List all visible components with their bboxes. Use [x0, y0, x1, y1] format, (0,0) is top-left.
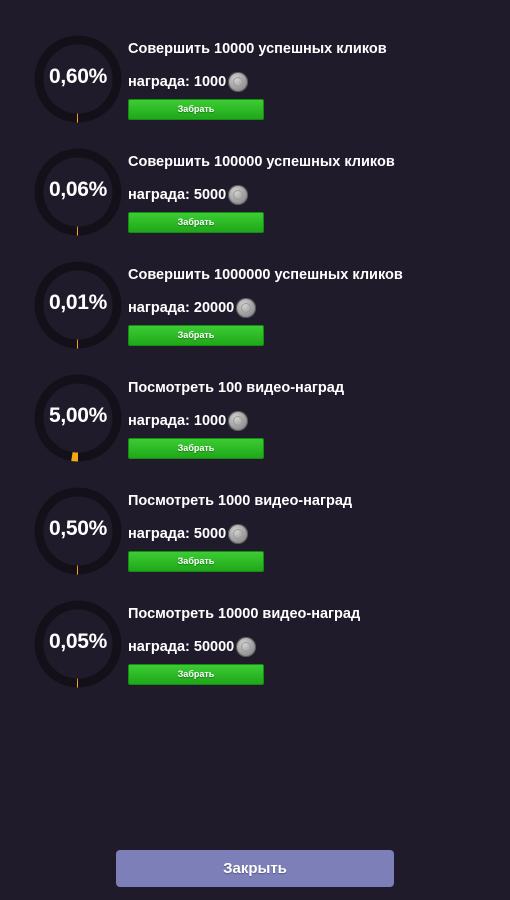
- achievements-screen: 0,60% Совершить 10000 успешных кликов на…: [0, 0, 510, 900]
- task-item: 0,60% Совершить 10000 успешных кликов на…: [0, 35, 510, 145]
- reward-text: награда: 20000: [128, 300, 235, 316]
- task-reward: награда: 1000: [128, 72, 249, 92]
- close-button[interactable]: Закрыть: [116, 850, 394, 887]
- claim-button[interactable]: Забрать: [128, 212, 264, 233]
- task-item: 0,05% Посмотреть 10000 видео-наград нагр…: [0, 600, 510, 710]
- progress-percent: 0,50%: [48, 517, 108, 540]
- task-title: Совершить 100000 успешных кликов: [128, 154, 395, 170]
- claim-button[interactable]: Забрать: [128, 551, 264, 572]
- task-reward: награда: 5000: [128, 524, 249, 544]
- reward-text: награда: 50000: [128, 639, 235, 655]
- coin-icon: [228, 72, 249, 92]
- claim-button[interactable]: Забрать: [128, 664, 264, 685]
- task-title: Совершить 1000000 успешных кликов: [128, 267, 403, 283]
- task-item: 5,00% Посмотреть 100 видео-наград наград…: [0, 374, 510, 484]
- task-title: Посмотреть 100 видео-наград: [128, 380, 345, 396]
- task-item: 0,01% Совершить 1000000 успешных кликов …: [0, 261, 510, 371]
- task-title: Совершить 10000 успешных кликов: [128, 41, 387, 57]
- task-reward: награда: 5000: [128, 185, 249, 205]
- task-reward: награда: 20000: [128, 298, 257, 318]
- coin-icon: [228, 411, 249, 431]
- task-title: Посмотреть 10000 видео-наград: [128, 606, 361, 622]
- reward-text: награда: 5000: [128, 187, 227, 203]
- claim-button[interactable]: Забрать: [128, 325, 264, 346]
- coin-icon: [236, 637, 257, 657]
- progress-percent: 0,05%: [48, 630, 108, 653]
- task-reward: награда: 1000: [128, 411, 249, 431]
- progress-percent: 0,06%: [48, 178, 108, 201]
- task-reward: награда: 50000: [128, 637, 257, 657]
- coin-icon: [228, 185, 249, 205]
- claim-button[interactable]: Забрать: [128, 438, 264, 459]
- progress-percent: 0,60%: [48, 65, 108, 88]
- task-item: 0,06% Совершить 100000 успешных кликов н…: [0, 148, 510, 258]
- reward-text: награда: 1000: [128, 74, 227, 90]
- task-item: 0,50% Посмотреть 1000 видео-наград награ…: [0, 487, 510, 597]
- task-title: Посмотреть 1000 видео-наград: [128, 493, 353, 509]
- claim-button[interactable]: Забрать: [128, 99, 264, 120]
- coin-icon: [236, 298, 257, 318]
- coin-icon: [228, 524, 249, 544]
- reward-text: награда: 5000: [128, 526, 227, 542]
- progress-percent: 5,00%: [48, 404, 108, 427]
- reward-text: награда: 1000: [128, 413, 227, 429]
- progress-percent: 0,01%: [48, 291, 108, 314]
